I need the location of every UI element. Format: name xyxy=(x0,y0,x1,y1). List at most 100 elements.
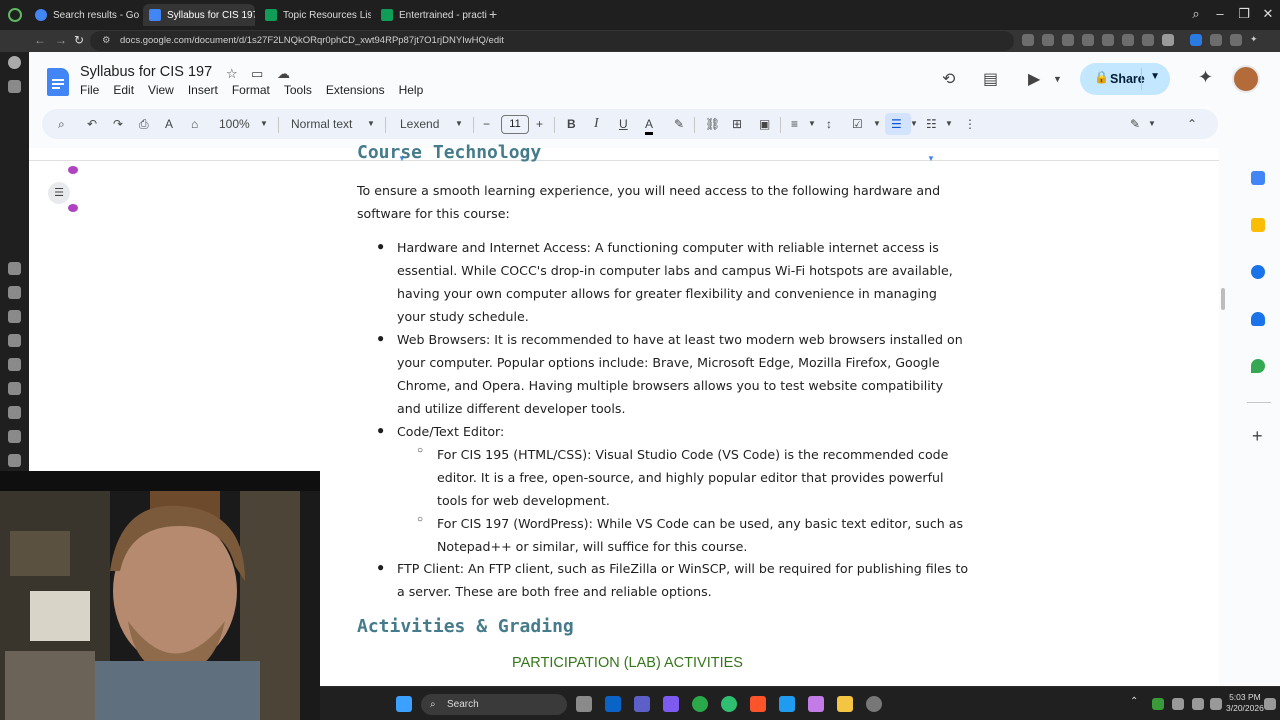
spellcheck-icon[interactable]: A xyxy=(165,116,173,132)
redo-icon[interactable]: ↷ xyxy=(113,116,123,132)
profile-icon[interactable] xyxy=(1162,34,1174,46)
restore-button[interactable]: ❐ xyxy=(1234,6,1254,22)
text-color-icon[interactable]: A xyxy=(645,116,654,135)
underline-icon[interactable]: U xyxy=(619,116,628,132)
sidebar-app-icon[interactable] xyxy=(8,430,21,443)
chevron-down-icon[interactable]: ▼ xyxy=(260,116,268,132)
vscode-icon[interactable] xyxy=(779,696,795,712)
new-tab-button[interactable]: + xyxy=(489,6,497,22)
more-options-icon[interactable]: ⋮ xyxy=(964,116,976,132)
numbered-list-icon[interactable]: ☷ xyxy=(926,116,937,132)
camtasia-icon[interactable] xyxy=(692,696,708,712)
extension-icon[interactable] xyxy=(1022,34,1034,46)
bold-icon[interactable]: B xyxy=(567,116,576,132)
extension-icon[interactable] xyxy=(1230,34,1242,46)
sidebar-app-icon[interactable] xyxy=(8,454,21,467)
menu-edit[interactable]: Edit xyxy=(113,83,134,97)
calendar-icon[interactable] xyxy=(1251,171,1265,185)
tray-app-icon[interactable] xyxy=(1152,698,1164,710)
bulleted-list-icon[interactable]: ☰ xyxy=(891,116,902,132)
settings-icon[interactable] xyxy=(866,696,882,712)
site-info-icon[interactable]: ⚙ xyxy=(102,31,111,51)
sidebar-app-icon[interactable] xyxy=(8,334,21,347)
tab-syllabus[interactable]: Syllabus for CIS 197 - Go xyxy=(143,4,255,26)
document-title[interactable]: Syllabus for CIS 197 xyxy=(80,64,212,80)
menu-help[interactable]: Help xyxy=(399,83,424,97)
sidebar-app-icon[interactable] xyxy=(8,262,21,275)
menu-extensions[interactable]: Extensions xyxy=(326,83,385,97)
menu-file[interactable]: File xyxy=(80,83,99,97)
document-outline-icon[interactable]: ☰ xyxy=(48,182,70,204)
taskbar-search[interactable]: ⌕ Search xyxy=(421,694,567,715)
editing-mode-icon[interactable]: ✎ xyxy=(1130,116,1140,132)
line-spacing-icon[interactable]: ↕ xyxy=(826,116,832,132)
tab-entertrained[interactable]: Entertrained - practice ty xyxy=(375,4,487,26)
extension-icon[interactable] xyxy=(1042,34,1054,46)
chevron-down-icon[interactable]: ▼ xyxy=(945,116,953,132)
microphone-icon[interactable] xyxy=(1172,698,1184,710)
avatar[interactable] xyxy=(1232,65,1260,93)
scrollbar-thumb[interactable] xyxy=(1221,288,1225,310)
tasks-icon[interactable] xyxy=(1251,265,1265,279)
extension-icon[interactable] xyxy=(1082,34,1094,46)
gemini-icon[interactable]: ✦ xyxy=(1198,67,1213,88)
docs-logo-icon[interactable] xyxy=(47,68,69,96)
back-icon[interactable]: ← xyxy=(34,33,46,47)
chevron-down-icon[interactable]: ▼ xyxy=(367,116,375,132)
camtasia-recorder-icon[interactable] xyxy=(721,696,737,712)
contacts-icon[interactable] xyxy=(1251,312,1265,326)
extension-icon[interactable] xyxy=(1210,34,1222,46)
zoom-select[interactable]: 100% xyxy=(219,116,250,132)
paint-format-icon[interactable]: ⌂ xyxy=(191,116,198,132)
chevron-down-icon[interactable]: ▼ xyxy=(1053,74,1062,84)
obsidian-icon[interactable] xyxy=(663,696,679,712)
star-icon[interactable]: ☆ xyxy=(226,66,238,82)
italic-icon[interactable]: I xyxy=(594,116,599,132)
tray-overflow-icon[interactable]: ⌃ xyxy=(1130,696,1138,707)
sidebar-app-icon[interactable] xyxy=(8,406,21,419)
add-comment-icon[interactable]: ⊞ xyxy=(732,116,742,132)
search-tabs-icon[interactable]: ⌕ xyxy=(1186,6,1206,22)
menu-format[interactable]: Format xyxy=(232,83,270,97)
decrease-font-size-icon[interactable]: − xyxy=(483,116,490,132)
maps-icon[interactable] xyxy=(1251,359,1265,373)
menu-insert[interactable]: Insert xyxy=(188,83,218,97)
chevron-down-icon[interactable]: ▼ xyxy=(1148,116,1156,132)
sidebar-app-icon[interactable] xyxy=(8,286,21,299)
tab-topic-resources[interactable]: Topic Resources List and xyxy=(259,4,371,26)
chevron-down-icon[interactable]: ▼ xyxy=(910,116,918,132)
highlight-icon[interactable]: ✎ xyxy=(674,116,684,132)
start-button-icon[interactable] xyxy=(396,696,412,712)
browser-profile-icon[interactable] xyxy=(8,8,22,22)
brave-icon[interactable] xyxy=(750,696,766,712)
tab-search-results[interactable]: Search results - Google D xyxy=(29,4,139,26)
chevron-down-icon[interactable]: ▼ xyxy=(1150,71,1160,82)
collapse-toolbar-icon[interactable]: ⌃ xyxy=(1187,116,1197,132)
chevron-down-icon[interactable]: ▼ xyxy=(455,116,463,132)
extension-icon[interactable] xyxy=(1062,34,1074,46)
reload-icon[interactable]: ↻ xyxy=(74,33,84,47)
version-history-icon[interactable]: ⟲ xyxy=(942,69,955,89)
undo-icon[interactable]: ↶ xyxy=(87,116,97,132)
search-menus-icon[interactable]: ⌕ xyxy=(58,116,65,132)
style-select[interactable]: Normal text xyxy=(291,116,352,132)
teams-icon[interactable] xyxy=(634,696,650,712)
extension-icon[interactable] xyxy=(1142,34,1154,46)
cloud-status-icon[interactable]: ☁ xyxy=(277,66,290,82)
copilot-icon[interactable] xyxy=(808,696,824,712)
font-size-input[interactable]: 11 xyxy=(501,115,529,134)
close-window-button[interactable]: ✕ xyxy=(1258,6,1278,22)
minimize-button[interactable]: – xyxy=(1210,6,1230,21)
file-explorer-icon[interactable] xyxy=(576,696,592,712)
forward-icon[interactable]: → xyxy=(55,33,67,47)
font-select[interactable]: Lexend xyxy=(400,116,439,132)
meet-icon[interactable]: ▶ xyxy=(1028,69,1040,89)
align-icon[interactable]: ≡ xyxy=(791,116,798,132)
insert-image-icon[interactable]: ▣ xyxy=(759,116,770,132)
sidebar-app-icon[interactable] xyxy=(8,382,21,395)
print-icon[interactable]: ⎙ xyxy=(139,116,149,132)
sidebar-app-icon[interactable] xyxy=(8,56,21,69)
chevron-down-icon[interactable]: ▼ xyxy=(808,116,816,132)
increase-font-size-icon[interactable]: + xyxy=(536,116,543,132)
share-button[interactable]: 🔒 Share ▼ xyxy=(1080,63,1170,95)
